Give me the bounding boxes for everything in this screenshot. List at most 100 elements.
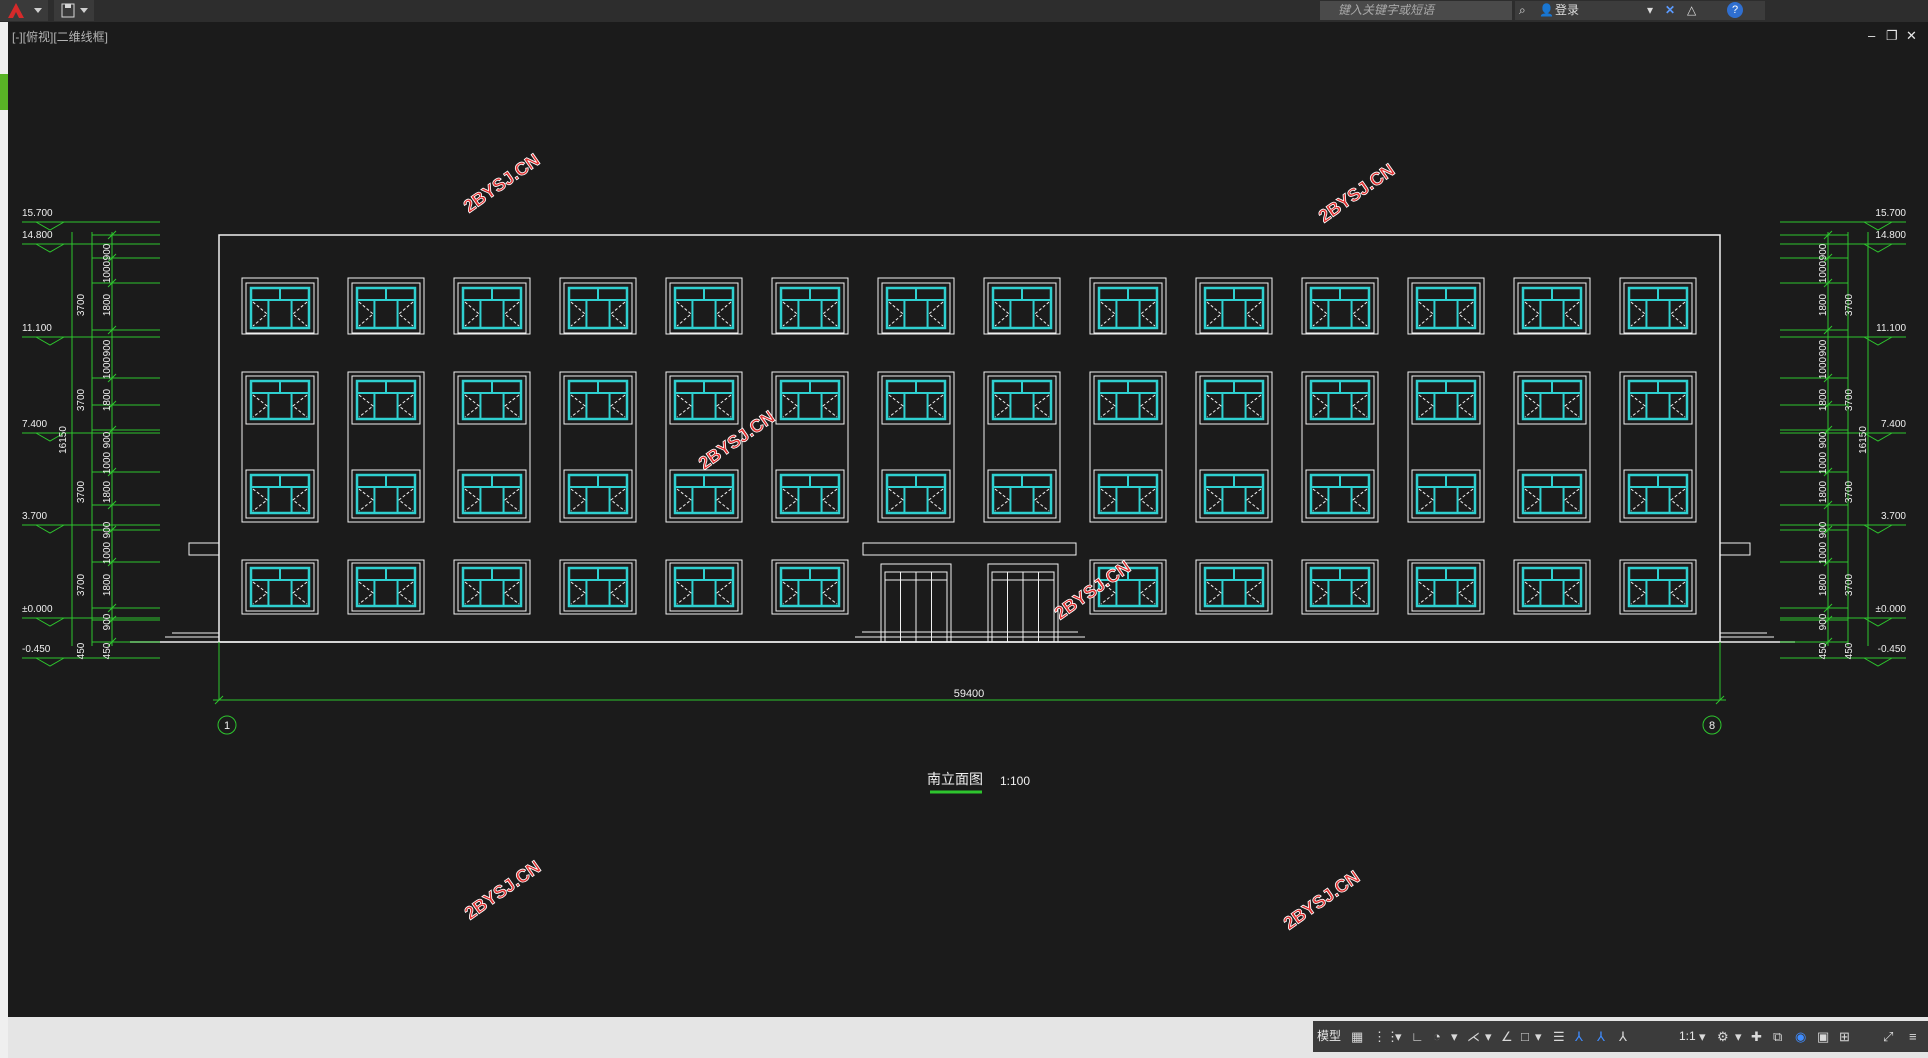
viewport-controls[interactable]: [-][俯视][二维线框] — [12, 28, 108, 45]
chevron-down-icon[interactable]: ▾ — [1699, 1030, 1706, 1043]
object-snap-icon[interactable]: □ — [1521, 1030, 1529, 1043]
window-opening-mark — [610, 488, 626, 512]
binoculars-icon[interactable]: ⌕ — [1519, 1, 1526, 20]
auto-scale-icon[interactable]: ⅄ — [1619, 1030, 1627, 1043]
window-opening-mark — [676, 394, 692, 418]
window-opening-mark — [1524, 394, 1540, 418]
window-opening-mark — [1458, 394, 1474, 418]
window-opening-mark — [504, 581, 520, 605]
dimension-label: 900 — [1818, 521, 1829, 538]
window-opening-mark — [570, 301, 586, 327]
drawing-viewport[interactable]: 15.700 14.800 11.100 7.400 3.700 ±0.000 -0.450… — [8, 22, 1928, 1017]
window-opening-mark — [1140, 394, 1156, 418]
window-opening-mark — [1630, 581, 1646, 605]
a360-icon[interactable]: △ — [1687, 1, 1696, 20]
annotation-visibility-icon[interactable]: ⅄ — [1597, 1030, 1605, 1043]
plus-icon[interactable]: ✚ — [1751, 1030, 1762, 1043]
help-icon[interactable]: ? — [1727, 2, 1743, 18]
grid-icon[interactable]: ▦ — [1351, 1030, 1363, 1043]
clean-screen-icon[interactable]: ▣ — [1817, 1030, 1829, 1043]
gear-icon[interactable]: ⚙ — [1717, 1030, 1729, 1043]
window-outer-tall — [559, 371, 637, 523]
search-input[interactable]: 键入关键字或短语 — [1320, 1, 1512, 20]
elevation-label: 3.700 — [22, 511, 47, 522]
isolate-objects-icon[interactable]: ⧉ — [1773, 1030, 1782, 1043]
lineweight-icon[interactable]: ☰ — [1553, 1030, 1565, 1043]
hardware-acceleration-icon[interactable]: ◉ — [1795, 1030, 1806, 1043]
window-opening-mark — [464, 394, 480, 418]
window-opening-mark — [1140, 301, 1156, 327]
elevation-label: ±0.000 — [22, 604, 53, 615]
layout-icon[interactable]: ⊞ — [1839, 1030, 1850, 1043]
window-opening-mark — [252, 301, 268, 327]
ortho-icon[interactable]: ∟ — [1411, 1030, 1424, 1043]
side-canopy — [188, 542, 220, 556]
close-icon[interactable]: ✕ — [1906, 29, 1917, 42]
customize-menu-icon[interactable]: ≡ — [1909, 1030, 1917, 1043]
chevron-down-icon[interactable]: ▾ — [1735, 1030, 1742, 1043]
panel-tab[interactable] — [0, 74, 8, 110]
quick-access-toolbar[interactable] — [54, 0, 94, 21]
window-opening-mark — [1418, 301, 1434, 327]
application-menu-button[interactable] — [0, 0, 48, 21]
watermark: 2BYSJ.CN — [1315, 160, 1399, 227]
window-opening-mark — [570, 394, 586, 418]
window-opening-mark — [1458, 581, 1474, 605]
elevation-marker — [35, 336, 65, 346]
watermark: 2BYSJ.CN — [461, 857, 545, 924]
annotation-scale-icon[interactable]: ⅄ — [1575, 1030, 1583, 1043]
window-outer-tall — [453, 371, 531, 523]
window-opening-mark — [716, 581, 732, 605]
top-toolbar: ⌕ 👤 登录 ▾ ✕ △ ? — [1515, 1, 1765, 20]
fullscreen-icon[interactable]: ⤢ — [1883, 1030, 1893, 1043]
window-opening-mark — [1418, 581, 1434, 605]
dimension-label: 450 — [102, 642, 113, 659]
dimension-label: 3700 — [1844, 480, 1855, 503]
isodraft-icon[interactable]: ⋌ — [1467, 1030, 1480, 1043]
restore-icon[interactable]: ❐ — [1886, 29, 1898, 42]
chevron-down-icon[interactable]: ▾ — [1485, 1030, 1492, 1043]
drawing-title: 南立面图 — [927, 771, 983, 787]
annotation-scale-button[interactable]: 1:1 — [1679, 1021, 1696, 1052]
osnap-tracking-icon[interactable]: ∠ — [1501, 1030, 1513, 1043]
status-bar: 模型 ▦ ⋮⋮ ▾ ∟ ◔ ▾ ⋌ ▾ ∠ □ ▾ ☰ ⅄ ⅄ ⅄ 1:1 ▾ … — [8, 1017, 1928, 1058]
window-opening-mark — [1246, 301, 1262, 327]
chevron-down-icon[interactable]: ▾ — [1451, 1030, 1458, 1043]
login-link[interactable]: 登录 — [1555, 1, 1579, 20]
window-outer-tall — [983, 371, 1061, 523]
minimize-icon[interactable]: – — [1868, 29, 1875, 42]
exchange-icon[interactable]: ✕ — [1665, 1, 1675, 20]
dimension-label: 3700 — [1844, 573, 1855, 596]
elevation-label: 3.700 — [1881, 511, 1906, 522]
elevation-label: 7.400 — [22, 419, 47, 430]
polar-icon[interactable]: ◔ — [1433, 1030, 1441, 1043]
window-opening-mark — [464, 488, 480, 512]
window-opening-mark — [822, 581, 838, 605]
window-opening-mark — [252, 488, 268, 512]
side-canopy — [1719, 542, 1751, 556]
model-space-button[interactable]: 模型 — [1313, 1021, 1345, 1052]
window-opening-mark — [888, 394, 904, 418]
window-outer-tall — [771, 371, 849, 523]
dimension-label: 900 — [102, 431, 113, 448]
dimension-label: 3700 — [76, 388, 87, 411]
window-opening-mark — [822, 301, 838, 327]
dimension-label: 900 — [102, 339, 113, 356]
window-opening-mark — [928, 301, 944, 327]
window-opening-mark — [398, 581, 414, 605]
window-opening-mark — [822, 394, 838, 418]
window-opening-mark — [1564, 488, 1580, 512]
window-opening-mark — [1458, 301, 1474, 327]
chevron-down-icon[interactable]: ▾ — [1647, 1, 1653, 20]
window-opening-mark — [716, 488, 732, 512]
window-opening-mark — [782, 488, 798, 512]
title-bar: 键入关键字或短语 ⌕ 👤 登录 ▾ ✕ △ ? — [0, 0, 1928, 22]
dimension-label: 1000 — [102, 451, 113, 474]
chevron-down-icon[interactable]: ▾ — [1395, 1030, 1402, 1043]
elevation-marker — [35, 243, 65, 253]
entrance-canopy — [862, 542, 1077, 556]
chevron-down-icon[interactable]: ▾ — [1535, 1030, 1542, 1043]
window-opening-mark — [292, 488, 308, 512]
elevation-marker — [1863, 657, 1893, 667]
window-opening-mark — [928, 488, 944, 512]
